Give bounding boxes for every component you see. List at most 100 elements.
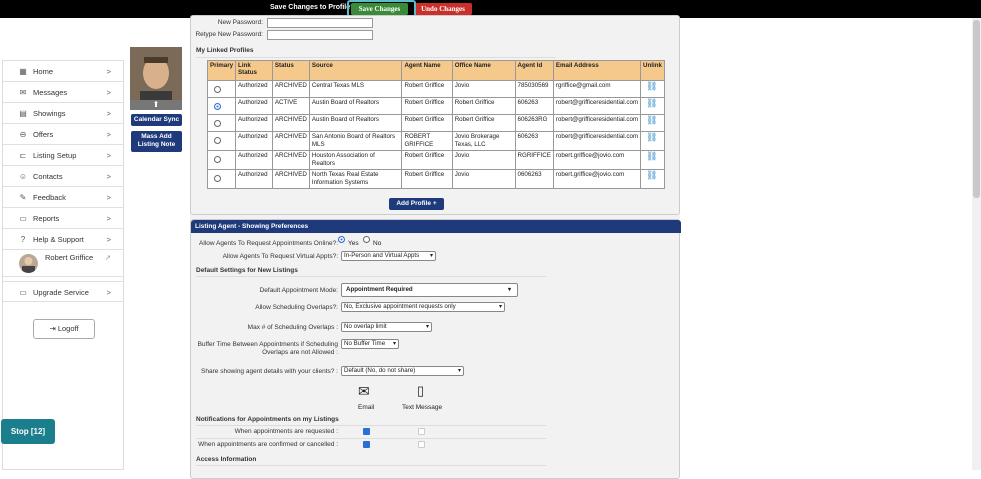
table-cell: North Texas Real Estate Information Syst… bbox=[308, 169, 403, 189]
unlink-icon[interactable]: ⛓ bbox=[646, 171, 657, 180]
sidebar-item-label: Listing Setup bbox=[33, 151, 77, 160]
allow-online-label: Allow Agents To Request Appointments Onl… bbox=[199, 240, 338, 247]
overlap-select[interactable]: No, Exclusive appointment requests only ▾ bbox=[341, 302, 505, 312]
table-cell: robert@grifficeresidential.com bbox=[552, 97, 642, 115]
appointment-mode-select[interactable]: Appointment Required ▾ bbox=[341, 283, 518, 297]
primary-radio[interactable] bbox=[214, 137, 221, 144]
scrollbar[interactable] bbox=[972, 18, 981, 470]
save-changes-button[interactable]: Save Changes bbox=[351, 3, 408, 15]
sidebar-item-showings[interactable]: ▤ Showings > bbox=[3, 103, 123, 124]
share-details-label: Share showing agent details with your cl… bbox=[201, 368, 338, 375]
allow-virtual-select[interactable]: In-Person and Virtual Appts ▾ bbox=[341, 251, 436, 261]
save-question: Save Changes to Profile? bbox=[270, 4, 355, 11]
table-cell: San Antonio Board of Realtors MLS bbox=[308, 131, 403, 151]
column-header: Agent Id bbox=[514, 60, 554, 81]
logoff-label: Logoff bbox=[57, 324, 79, 333]
primary-radio[interactable] bbox=[214, 156, 221, 163]
select-value: Default (No, do not share) bbox=[344, 367, 416, 374]
sidebar-item-label: Upgrade Service bbox=[33, 288, 89, 297]
chevron-down-icon: ▾ bbox=[498, 304, 502, 310]
buffer-time-select[interactable]: No Buffer Time ▾ bbox=[341, 339, 399, 349]
select-value: No Buffer Time bbox=[344, 340, 386, 347]
buffer-time-label: Buffer Time Between Appointments if Sche… bbox=[197, 341, 338, 356]
table-cell: rgriffice@gmail.com bbox=[552, 80, 642, 98]
table-cell: ACTIVE bbox=[271, 97, 310, 115]
stop-button[interactable]: Stop [12] bbox=[1, 419, 55, 444]
chevron-right-icon: > bbox=[106, 109, 111, 118]
linked-profiles-table: Primary Link Status Status Source Agent Name… bbox=[206, 60, 665, 189]
chevron-right-icon: > bbox=[106, 67, 111, 76]
allow-online-no-radio[interactable] bbox=[363, 236, 370, 243]
new-password-input[interactable] bbox=[267, 18, 373, 28]
mode-label: Default Appointment Mode: bbox=[259, 287, 338, 294]
feedback-icon: ✎ bbox=[19, 193, 27, 202]
notif-requested-email-checkbox[interactable] bbox=[363, 428, 370, 435]
primary-cell bbox=[206, 131, 237, 151]
retype-password-input[interactable] bbox=[267, 30, 373, 40]
notif-confirmed-text-checkbox[interactable] bbox=[418, 441, 425, 448]
sidebar-item-label: Offers bbox=[33, 130, 54, 139]
sidebar-item-help-support[interactable]: ? Help & Support > bbox=[3, 229, 123, 250]
mass-add-listing-note-button[interactable]: Mass Add Listing Note bbox=[131, 131, 182, 152]
unlink-icon[interactable]: ⛓ bbox=[646, 82, 657, 91]
logoff-button[interactable]: ⇥ Logoff bbox=[33, 319, 95, 339]
table-cell: 606263 bbox=[514, 97, 554, 115]
row-divider bbox=[196, 438, 546, 439]
primary-radio[interactable] bbox=[214, 120, 221, 127]
sidebar-item-label: Messages bbox=[33, 88, 68, 97]
table-row: Authorized ARCHIVED Houston Association of… bbox=[206, 150, 665, 170]
table-cell: Jovio bbox=[451, 150, 516, 170]
primary-radio[interactable] bbox=[214, 103, 221, 110]
unlink-icon[interactable]: ⛓ bbox=[646, 133, 657, 142]
allow-virtual-label: Allow Agents To Request Virtual Appts?: bbox=[222, 253, 338, 260]
reports-icon: ▭ bbox=[19, 214, 27, 223]
sidebar-item-label: Help & Support bbox=[33, 235, 84, 244]
sidebar-item-reports[interactable]: ▭ Reports > bbox=[3, 208, 123, 229]
chevron-down-icon: ▾ bbox=[425, 324, 429, 330]
table-cell: Authorized bbox=[235, 114, 273, 132]
column-header: Agent Name bbox=[401, 60, 453, 81]
unlink-icon[interactable]: ⛓ bbox=[646, 99, 657, 108]
table-cell: RGRIFFICE bbox=[514, 150, 554, 170]
chevron-down-icon: ▾ bbox=[507, 287, 511, 293]
add-profile-button[interactable]: Add Profile + bbox=[389, 198, 444, 210]
unlink-cell: ⛓ bbox=[640, 150, 665, 170]
sidebar-item-messages[interactable]: ✉ Messages > bbox=[3, 82, 123, 103]
primary-cell bbox=[206, 97, 237, 115]
max-overlap-select[interactable]: No overlap limit ▾ bbox=[341, 322, 432, 332]
notif-confirmed-email-checkbox[interactable] bbox=[363, 441, 370, 448]
table-cell: Austin Board of Realtors bbox=[308, 114, 403, 132]
sidebar-item-upgrade[interactable]: ▭ Upgrade Service > bbox=[3, 281, 123, 302]
chevron-down-icon: ▾ bbox=[392, 341, 396, 347]
column-header: Status bbox=[271, 60, 310, 81]
sidebar: ▦ Home > ✉ Messages > ▤ Showings > ⊖ Offers > ⊏ Listi… bbox=[2, 60, 124, 470]
calendar-sync-button[interactable]: Calendar Sync bbox=[131, 114, 182, 126]
table-cell: Houston Association of Realtors bbox=[308, 150, 403, 170]
sidebar-item-contacts[interactable]: ☺ Contacts > bbox=[3, 166, 123, 187]
undo-changes-button[interactable]: Undo Changes bbox=[414, 3, 472, 15]
unlink-icon[interactable]: ⛓ bbox=[646, 152, 657, 161]
calendar-icon: ▤ bbox=[19, 109, 27, 118]
primary-radio[interactable] bbox=[214, 175, 221, 182]
primary-radio[interactable] bbox=[214, 86, 221, 93]
upload-icon[interactable]: ⬆ bbox=[130, 100, 182, 110]
scrollbar-thumb[interactable] bbox=[973, 20, 980, 198]
sidebar-item-feedback[interactable]: ✎ Feedback > bbox=[3, 187, 123, 208]
primary-cell bbox=[206, 169, 237, 189]
text-column-label: Text Message bbox=[402, 404, 443, 411]
allow-online-yes-radio[interactable] bbox=[338, 236, 345, 243]
external-link-icon[interactable]: ↗ bbox=[105, 253, 111, 262]
table-row: Authorized ARCHIVED Central Texas MLS Rober… bbox=[206, 80, 665, 98]
sidebar-item-home[interactable]: ▦ Home > bbox=[3, 61, 123, 82]
sidebar-item-offers[interactable]: ⊖ Offers > bbox=[3, 124, 123, 145]
unlink-icon[interactable]: ⛓ bbox=[646, 116, 657, 125]
sidebar-user[interactable]: Robert Griffice ↗ bbox=[3, 250, 123, 277]
table-cell: Authorized bbox=[235, 80, 273, 98]
access-info-title: Access Information bbox=[196, 456, 257, 463]
share-details-select[interactable]: Default (No, do not share) ▾ bbox=[341, 366, 464, 376]
primary-cell bbox=[206, 80, 237, 98]
section-divider bbox=[196, 425, 546, 426]
unlink-cell: ⛓ bbox=[640, 80, 665, 98]
notif-requested-text-checkbox[interactable] bbox=[418, 428, 425, 435]
sidebar-item-listing-setup[interactable]: ⊏ Listing Setup > bbox=[3, 145, 123, 166]
